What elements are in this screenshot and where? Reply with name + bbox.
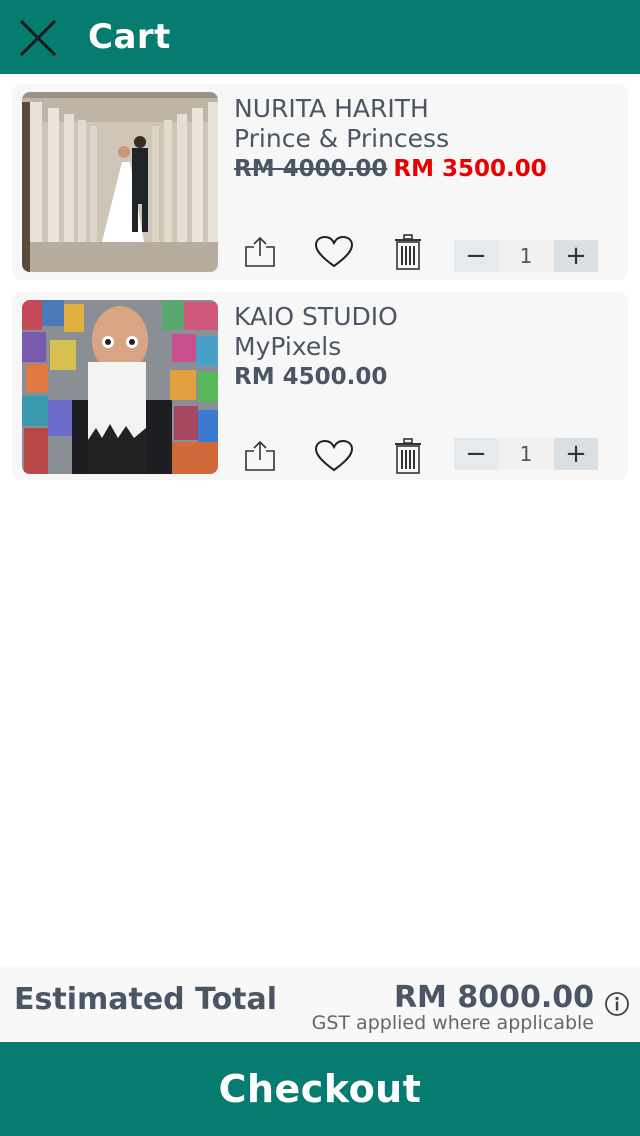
quantity-stepper: − 1 + [454,240,598,272]
estimated-total-label: Estimated Total [14,982,278,1017]
increase-quantity-button[interactable]: + [554,438,598,470]
page-title: Cart [88,17,171,57]
info-icon[interactable] [604,991,630,1017]
share-icon [245,440,275,471]
close-icon [19,19,57,57]
product-image[interactable] [22,300,218,474]
original-price: RM 4000.00 [234,156,388,182]
cart-item-list: NURITA HARITH Prince & Princess RM 4000.… [12,84,628,492]
cart-item: KAIO STUDIO MyPixels RM 4500.00 − 1 + [12,292,628,480]
vendor-name: NURITA HARITH [234,94,429,123]
heart-icon [314,439,354,472]
favorite-button[interactable] [314,436,354,476]
price-row: RM 4500.00 [234,364,387,390]
decrease-quantity-button[interactable]: − [454,438,498,470]
item-actions [240,232,428,272]
share-button[interactable] [240,436,280,476]
product-name: MyPixels [234,332,342,361]
quantity-stepper: − 1 + [454,438,598,470]
quantity-value: 1 [498,438,554,470]
quantity-value: 1 [498,240,554,272]
gst-note: GST applied where applicable [311,1012,594,1034]
trash-icon [395,438,421,474]
decrease-quantity-button[interactable]: − [454,240,498,272]
share-button[interactable] [240,232,280,272]
app-header: Cart [0,0,640,74]
item-price: RM 4500.00 [234,364,388,390]
close-button[interactable] [18,18,58,58]
favorite-button[interactable] [314,232,354,272]
item-actions [240,436,428,476]
sale-price: RM 3500.00 [393,156,547,182]
heart-icon [314,235,354,268]
price-row: RM 4000.00 RM 3500.00 [234,156,547,182]
delete-button[interactable] [388,436,428,476]
vendor-name: KAIO STUDIO [234,302,398,331]
checkout-button[interactable]: Checkout [0,1042,640,1136]
estimated-total-value: RM 8000.00 [393,980,594,1015]
wedding-couple-photo [22,92,218,272]
trash-icon [395,234,421,270]
share-icon [245,236,275,267]
product-image[interactable] [22,92,218,272]
increase-quantity-button[interactable]: + [554,240,598,272]
order-summary: Estimated Total RM 8000.00 GST applied w… [0,966,640,1042]
photographer-holding-book-photo [22,300,218,474]
product-name: Prince & Princess [234,124,450,153]
cart-item: NURITA HARITH Prince & Princess RM 4000.… [12,84,628,280]
delete-button[interactable] [388,232,428,272]
